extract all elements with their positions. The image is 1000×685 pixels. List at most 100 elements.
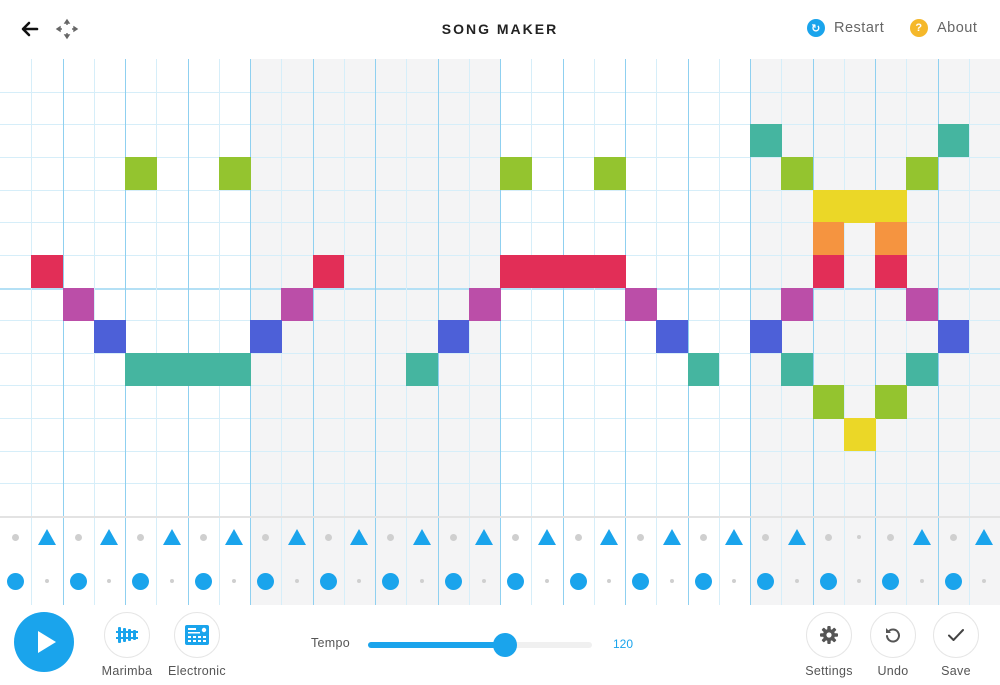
play-button[interactable]	[14, 612, 74, 672]
rhythm-bottom-cell[interactable]	[719, 565, 750, 597]
rhythm-bottom-cell[interactable]	[31, 565, 62, 597]
note-red[interactable]	[500, 254, 532, 288]
rhythm-top-cell[interactable]	[438, 521, 469, 553]
melody-grid[interactable]	[0, 59, 1000, 516]
rhythm-bottom-cell[interactable]	[94, 565, 125, 597]
rhythm-top-cell[interactable]	[156, 521, 187, 553]
note-blue[interactable]	[750, 320, 782, 354]
settings-button[interactable]: Settings	[794, 612, 864, 678]
note-teal[interactable]	[125, 352, 157, 386]
tempo-slider[interactable]	[368, 633, 592, 657]
instrument-marimba-button[interactable]: Marimba	[92, 612, 162, 678]
undo-button[interactable]: Undo	[858, 612, 928, 678]
rhythm-bottom-cell[interactable]	[219, 565, 250, 597]
rhythm-bottom-cell[interactable]	[594, 565, 625, 597]
note-blue[interactable]	[437, 320, 470, 354]
note-teal[interactable]	[687, 352, 720, 386]
rhythm-bottom-cell[interactable]	[875, 565, 906, 597]
note-teal[interactable]	[781, 352, 813, 386]
rhythm-bottom-cell[interactable]	[625, 565, 656, 597]
note-orange[interactable]	[875, 222, 907, 256]
rhythm-top-cell[interactable]	[813, 521, 844, 553]
note-teal[interactable]	[406, 352, 438, 386]
rhythm-top-cell[interactable]	[125, 521, 156, 553]
rhythm-top-cell[interactable]	[63, 521, 94, 553]
rhythm-bottom-cell[interactable]	[375, 565, 406, 597]
note-red[interactable]	[593, 254, 626, 288]
note-red[interactable]	[531, 254, 563, 288]
rhythm-top-cell[interactable]	[281, 521, 312, 553]
rhythm-top-cell[interactable]	[938, 521, 969, 553]
rhythm-bottom-cell[interactable]	[281, 565, 312, 597]
rhythm-top-cell[interactable]	[906, 521, 937, 553]
back-button[interactable]	[18, 16, 42, 42]
rhythm-top-cell[interactable]	[625, 521, 656, 553]
rhythm-bottom-cell[interactable]	[250, 565, 281, 597]
note-purple[interactable]	[281, 287, 313, 321]
rhythm-top-cell[interactable]	[875, 521, 906, 553]
rhythm-bottom-cell[interactable]	[469, 565, 500, 597]
rhythm-top-cell[interactable]	[250, 521, 281, 553]
rhythm-bottom-cell[interactable]	[188, 565, 219, 597]
rhythm-top-cell[interactable]	[344, 521, 375, 553]
rhythm-bottom-cell[interactable]	[906, 565, 937, 597]
note-red[interactable]	[562, 254, 595, 288]
rhythm-top-cell[interactable]	[188, 521, 219, 553]
note-yellow[interactable]	[843, 418, 876, 452]
rhythm-bottom-cell[interactable]	[688, 565, 719, 597]
note-blue[interactable]	[250, 320, 282, 354]
about-button[interactable]: ? About	[910, 19, 977, 37]
rhythm-bottom-cell[interactable]	[500, 565, 531, 597]
instrument-electronic-button[interactable]: Electronic	[162, 612, 232, 678]
note-blue[interactable]	[937, 320, 970, 354]
note-red[interactable]	[812, 254, 845, 288]
rhythm-bottom-cell[interactable]	[813, 565, 844, 597]
rhythm-top-cell[interactable]	[500, 521, 531, 553]
rhythm-top-cell[interactable]	[469, 521, 500, 553]
note-green[interactable]	[781, 156, 813, 191]
note-purple[interactable]	[468, 287, 501, 321]
rhythm-bottom-cell[interactable]	[969, 565, 1000, 597]
note-green[interactable]	[875, 385, 907, 419]
note-yellow[interactable]	[875, 189, 907, 223]
rhythm-bottom-cell[interactable]	[63, 565, 94, 597]
rhythm-top-cell[interactable]	[31, 521, 62, 553]
note-purple[interactable]	[62, 287, 95, 321]
rhythm-top-cell[interactable]	[94, 521, 125, 553]
note-green[interactable]	[218, 156, 251, 191]
rhythm-top-cell[interactable]	[688, 521, 719, 553]
rhythm-bottom-cell[interactable]	[438, 565, 469, 597]
rhythm-top-cell[interactable]	[531, 521, 562, 553]
rhythm-top-cell[interactable]	[406, 521, 437, 553]
rhythm-top-cell[interactable]	[313, 521, 344, 553]
note-purple[interactable]	[781, 287, 813, 321]
note-teal[interactable]	[156, 352, 188, 386]
rhythm-top-cell[interactable]	[844, 521, 875, 553]
rhythm-bottom-cell[interactable]	[844, 565, 875, 597]
rhythm-bottom-cell[interactable]	[531, 565, 562, 597]
rhythm-bottom-cell[interactable]	[344, 565, 375, 597]
note-green[interactable]	[125, 156, 157, 191]
rhythm-top-cell[interactable]	[219, 521, 250, 553]
rhythm-top-cell[interactable]	[594, 521, 625, 553]
note-blue[interactable]	[656, 320, 688, 354]
note-teal[interactable]	[218, 352, 251, 386]
note-red[interactable]	[312, 254, 345, 288]
note-teal[interactable]	[937, 124, 970, 158]
note-orange[interactable]	[812, 222, 845, 256]
note-teal[interactable]	[906, 352, 938, 386]
rhythm-bottom-cell[interactable]	[125, 565, 156, 597]
note-yellow[interactable]	[812, 189, 845, 223]
note-teal[interactable]	[750, 124, 782, 158]
rhythm-bottom-cell[interactable]	[750, 565, 781, 597]
tempo-slider-thumb[interactable]	[492, 633, 517, 657]
note-teal[interactable]	[187, 352, 220, 386]
note-red[interactable]	[875, 254, 907, 288]
rhythm-top-cell[interactable]	[750, 521, 781, 553]
move-button[interactable]	[55, 16, 79, 42]
rhythm-grid[interactable]	[0, 516, 1000, 605]
note-red[interactable]	[31, 254, 63, 288]
rhythm-top-cell[interactable]	[563, 521, 594, 553]
restart-button[interactable]: ↻ Restart	[807, 19, 884, 37]
rhythm-bottom-cell[interactable]	[563, 565, 594, 597]
